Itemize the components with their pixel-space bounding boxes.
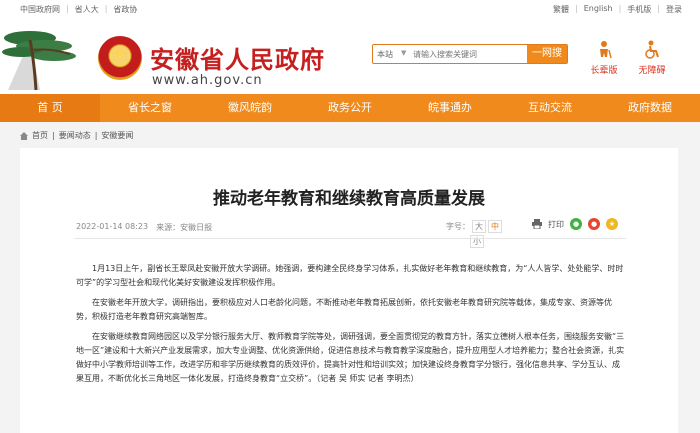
nav-item-open-affairs[interactable]: 政务公开 [300,94,400,122]
separator: | [575,4,578,13]
nav-item-home[interactable]: 首 页 [0,94,100,122]
link-npc[interactable]: 省人大 [75,4,99,15]
pine-tree-illustration [2,31,76,91]
home-icon [20,131,28,140]
wechat-icon[interactable]: ● [570,218,582,230]
nav-item-data[interactable]: 政府数据 [600,94,700,122]
link-gov-cn[interactable]: 中国政府网 [20,4,60,15]
accessibility-icon [645,40,659,59]
breadcrumb: 首页 | 要闻动态 | 安徽要闻 [20,130,133,141]
breadcrumb-home[interactable]: 首页 [32,130,48,141]
nav-item-culture[interactable]: 徽风皖韵 [200,94,300,122]
top-right-links: 繁體 | English | 手机版 | 登录 [553,4,682,15]
separator: | [618,4,622,13]
article-paragraph: 1月13日上午，副省长王翠凤赴安徽开放大学调研。她强调，要构建全民终身学习体系，… [76,264,624,287]
top-utility-bar: 中国政府网 | 省人大 | 省政协 繁體 | English | 手机版 | 登… [0,0,700,18]
font-size-medium[interactable]: 中 [488,220,502,233]
accessibility-button[interactable]: 无障碍 [630,40,674,76]
star-icon: ★ [113,46,125,61]
top-left-links: 中国政府网 | 省人大 | 省政协 [20,4,137,15]
article-body: 1月13日上午，副省长王翠凤赴安徽开放大学调研。她强调，要构建全民终身学习体系，… [76,262,626,392]
separator: | [66,4,69,13]
article-paragraph: 在安徽老年开放大学，调研指出，要积极应对人口老龄化问题，不断推动老年教育拓展创新… [76,298,612,321]
breadcrumb-separator: | [52,131,55,140]
link-mobile[interactable]: 手机版 [627,4,651,15]
print-button[interactable]: 打印 [548,219,564,230]
site-domain: www.ah.gov.cn [152,73,263,88]
article-date: 2022-01-14 08:23 [76,222,149,231]
article-paragraph: 在安徽继续教育网络园区以及学分银行服务大厅、教师教育学院等处，调研强调，要全面贯… [76,332,625,383]
nav-item-governor[interactable]: 省长之窗 [100,94,200,122]
elder-mode-button[interactable]: 长辈版 [582,40,626,76]
breadcrumb-separator: | [94,131,98,140]
font-size-label: 字号： [446,222,470,231]
elder-mode-label: 长辈版 [590,66,618,76]
font-size-control: 字号：大中 小 [446,220,502,248]
breadcrumb-anhui-news[interactable]: 安徽要闻 [101,130,133,141]
elder-icon [600,41,612,59]
qzone-icon[interactable]: ★ [606,218,618,230]
breadcrumb-news[interactable]: 要闻动态 [59,130,91,141]
search-button[interactable]: 一网搜 [527,45,567,63]
link-english[interactable]: English [584,4,613,15]
national-emblem-logo[interactable]: ★ [98,36,142,80]
print-icon[interactable] [532,219,542,229]
weibo-icon[interactable]: ● [588,218,600,230]
main-nav: 首 页 省长之窗 徽风皖韵 政务公开 皖事通办 互动交流 政府数据 [0,94,700,122]
chevron-down-icon[interactable]: ▼ [401,49,406,57]
article-meta: 2022-01-14 08:23 来源：安徽日报 [76,222,212,233]
separator: | [657,4,660,13]
search-scope-select[interactable]: 本站 [377,49,393,60]
article-title: 推动老年教育和继续教育高质量发展 [213,189,485,209]
nav-item-services[interactable]: 皖事通办 [400,94,500,122]
link-traditional[interactable]: 繁體 [553,4,569,15]
article-actions: 打印 ● ● ★ [532,218,618,230]
link-login[interactable]: 登录 [666,4,682,15]
accessibility-label: 无障碍 [638,66,666,76]
site-header: ★ 安徽省人民政府 www.ah.gov.cn 本站 ▼ 一网搜 长辈版 无障碍 [0,18,700,94]
search-input[interactable] [413,47,513,61]
search-box: 本站 ▼ 一网搜 [372,44,568,64]
site-title[interactable]: 安徽省人民政府 [150,40,325,75]
font-size-large[interactable]: 大 [472,220,486,233]
nav-item-interaction[interactable]: 互动交流 [500,94,600,122]
divider [74,238,626,239]
font-size-small[interactable]: 小 [470,235,484,248]
separator: | [104,4,108,13]
article-panel: 推动老年教育和继续教育高质量发展 2022-01-14 08:23 来源：安徽日… [20,148,678,433]
article-source: 来源：安徽日报 [156,223,213,232]
link-cppcc[interactable]: 省政协 [113,4,137,15]
